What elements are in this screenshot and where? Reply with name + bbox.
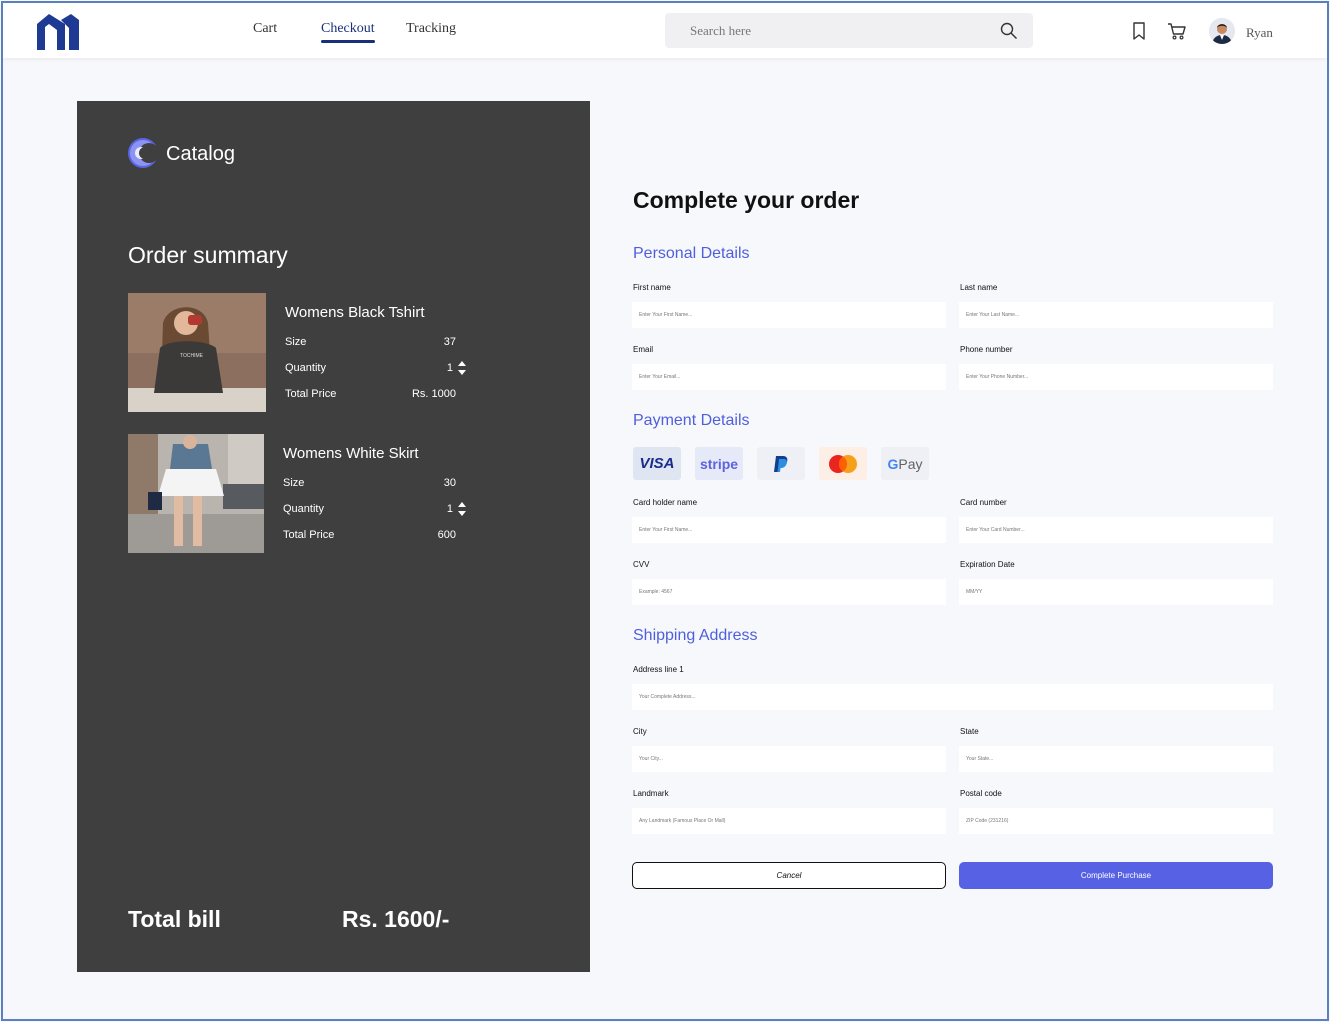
postal-code-label: Postal code (960, 789, 1002, 798)
size-label: Size (285, 336, 307, 348)
paypal-payment-option[interactable] (757, 447, 805, 480)
card-holder-field[interactable] (632, 517, 946, 543)
total-price-label: Total Price (283, 529, 335, 541)
state-label: State (960, 727, 979, 736)
nav-cart-link[interactable]: Cart (253, 21, 277, 37)
order-item: TOCHIME Womens Black Tshirt Size 37 Quan… (128, 293, 468, 413)
state-field[interactable] (959, 746, 1273, 772)
phone-label: Phone number (960, 345, 1013, 354)
svg-text:TOCHIME: TOCHIME (180, 353, 204, 359)
nav-tracking-link[interactable]: Tracking (406, 21, 456, 37)
city-label: City (633, 727, 647, 736)
first-name-label: First name (633, 283, 671, 292)
expiry-label: Expiration Date (960, 560, 1015, 569)
search-bar (665, 13, 1033, 48)
payment-details-title: Payment Details (633, 412, 750, 429)
card-number-label: Card number (960, 498, 1007, 507)
quantity-value: 1 (446, 503, 453, 515)
total-bill-label: Total bill (128, 906, 221, 932)
product-image-white-skirt (128, 434, 264, 553)
order-summary-panel: Catalog Order summary TOCHIME Womens Bla… (77, 101, 590, 972)
product-image-black-tshirt: TOCHIME (128, 293, 266, 412)
visa-icon: VISA (639, 455, 675, 472)
address-label: Address line 1 (633, 665, 684, 674)
first-name-field[interactable] (632, 302, 946, 328)
total-price-value: 600 (437, 529, 456, 541)
shipping-address-title: Shipping Address (633, 627, 758, 644)
expiry-field[interactable] (959, 579, 1273, 605)
address-field[interactable] (632, 684, 1273, 710)
gpay-icon: GPay (887, 456, 922, 472)
cvv-label: CVV (633, 560, 650, 569)
complete-purchase-button[interactable]: Complete Purchase (959, 862, 1273, 889)
nav-checkout-label: Checkout (321, 21, 375, 36)
size-value: 30 (443, 477, 456, 489)
mastercard-payment-option[interactable] (819, 447, 867, 480)
form-title: Complete your order (633, 187, 860, 213)
avatar-image (1209, 18, 1235, 44)
active-tab-indicator (321, 40, 375, 43)
card-number-field[interactable] (959, 517, 1273, 543)
product-name: Womens White Skirt (283, 445, 419, 462)
total-bill-value: Rs. 1600/- (342, 906, 450, 932)
card-holder-label: Card holder name (633, 498, 698, 507)
avatar[interactable] (1209, 18, 1235, 44)
personal-details-title: Personal Details (633, 245, 750, 262)
paypal-icon (774, 455, 788, 472)
cvv-field[interactable] (632, 579, 946, 605)
mastercard-icon (829, 454, 857, 473)
order-item: Womens White Skirt Size 30 Quantity 1 To… (128, 434, 468, 554)
email-field[interactable] (632, 364, 946, 390)
gpay-g-letter: G (887, 455, 899, 472)
product-name: Womens Black Tshirt (285, 304, 425, 321)
stripe-payment-option[interactable]: stripe (695, 447, 743, 480)
stripe-icon: stripe (699, 455, 739, 472)
city-field[interactable] (632, 746, 946, 772)
cancel-button[interactable]: Cancel (632, 862, 946, 889)
size-value: 37 (443, 336, 456, 348)
order-summary-title: Order summary (128, 242, 288, 268)
total-price-label: Total Price (285, 388, 337, 400)
username[interactable]: Ryan (1246, 25, 1273, 41)
quantity-label: Quantity (283, 503, 324, 515)
quantity-stepper-icon[interactable] (458, 502, 466, 516)
phone-field[interactable] (959, 364, 1273, 390)
brand-name: Catalog (166, 143, 235, 165)
cart-icon[interactable] (1167, 21, 1187, 41)
last-name-label: Last name (960, 283, 998, 292)
gpay-pay-text: Pay (898, 455, 923, 472)
quantity-label: Quantity (285, 362, 326, 374)
quantity-stepper-icon[interactable] (458, 361, 466, 375)
total-price-value: Rs. 1000 (411, 388, 456, 400)
search-icon[interactable] (1000, 22, 1018, 40)
bookmark-icon[interactable] (1129, 21, 1149, 41)
postal-code-field[interactable] (959, 808, 1273, 834)
search-input[interactable] (665, 13, 985, 48)
email-label: Email (633, 345, 654, 354)
size-label: Size (283, 477, 305, 489)
catalog-logo-icon (128, 138, 159, 168)
last-name-field[interactable] (959, 302, 1273, 328)
visa-payment-option[interactable]: VISA (633, 447, 681, 480)
site-logo-icon[interactable] (37, 14, 79, 50)
top-nav: Cart Checkout Tracking Ryan (3, 3, 1327, 58)
nav-checkout-link[interactable]: Checkout (321, 21, 375, 43)
gpay-payment-option[interactable]: GPay (881, 447, 929, 480)
quantity-value: 1 (446, 362, 453, 374)
landmark-label: Landmark (633, 789, 669, 798)
landmark-field[interactable] (632, 808, 946, 834)
